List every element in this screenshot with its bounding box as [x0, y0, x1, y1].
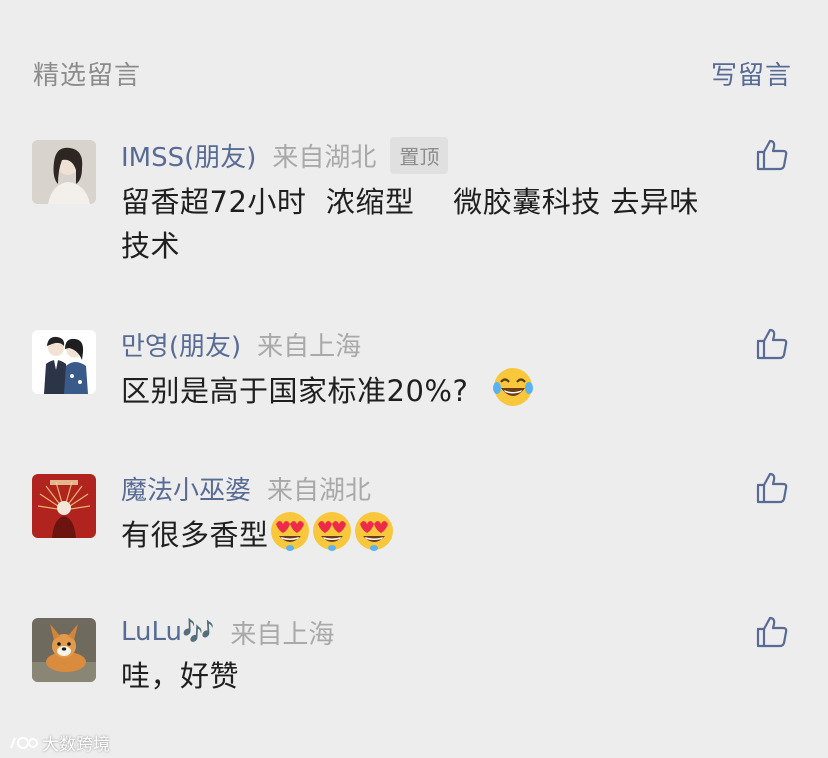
thumbs-up-icon — [756, 139, 788, 171]
watermark-text: 大数跨境 — [42, 735, 110, 755]
comment-text: 哇，好赞 — [121, 654, 781, 698]
write-comment-button[interactable]: 写留言 — [711, 55, 792, 92]
watermark-logo-icon — [10, 736, 38, 749]
like-button[interactable] — [754, 470, 790, 506]
comment-meta: 만영(朋友) 来自上海 — [121, 324, 361, 364]
comment-text: 有很多香型 — [121, 510, 781, 564]
laughing-tears-emoji — [492, 366, 534, 420]
thumbs-up-icon — [756, 328, 788, 360]
location-label: 来自上海 — [230, 619, 335, 650]
thumbs-up-icon — [756, 472, 788, 504]
comment-text-content: 哇，好赞 — [121, 659, 240, 693]
comment-text: 区别是高于国家标准20%? — [121, 366, 781, 420]
comment-text-content: 有很多香型 — [121, 518, 269, 552]
comment-text-line: 技术 — [121, 229, 181, 263]
comment-text-content: 区别是高于国家标准20%? — [121, 374, 469, 408]
like-button[interactable] — [754, 326, 790, 362]
like-button[interactable] — [754, 614, 790, 650]
location-label: 来自湖北 — [267, 475, 372, 506]
watermark: 大数跨境 — [8, 730, 110, 755]
nickname[interactable]: IMSS(朋友) — [121, 137, 256, 174]
heart-eyes-emoji — [353, 510, 395, 564]
comment-meta: IMSS(朋友) 来自湖北 置顶 — [121, 135, 449, 175]
comment-text: 留香超72小时 浓缩型 微胶囊科技 去异味 技术 — [121, 180, 781, 268]
nickname[interactable]: 魔法小巫婆 — [121, 470, 251, 507]
like-button[interactable] — [754, 137, 790, 173]
pinned-badge: 置顶 — [390, 136, 449, 174]
nickname[interactable]: LuLu🎶 — [121, 617, 214, 647]
location-label: 来自上海 — [257, 331, 362, 362]
comment-meta: 魔法小巫婆 来自湖北 — [121, 468, 371, 508]
location-label: 来自湖北 — [272, 142, 377, 173]
avatar[interactable] — [32, 330, 96, 394]
heart-eyes-emoji — [269, 510, 311, 564]
heart-eyes-emoji — [311, 510, 353, 564]
avatar[interactable] — [32, 140, 96, 204]
section-title: 精选留言 — [33, 60, 142, 91]
avatar[interactable] — [32, 618, 96, 682]
thumbs-up-icon — [756, 616, 788, 648]
comment-meta: LuLu🎶 来自上海 — [121, 612, 334, 652]
nickname[interactable]: 만영(朋友) — [121, 326, 241, 363]
comment-text-line: 留香超72小时 浓缩型 微胶囊科技 去异味 — [121, 185, 699, 219]
comments-header: 精选留言 写留言 — [33, 52, 792, 94]
avatar[interactable] — [32, 474, 96, 538]
